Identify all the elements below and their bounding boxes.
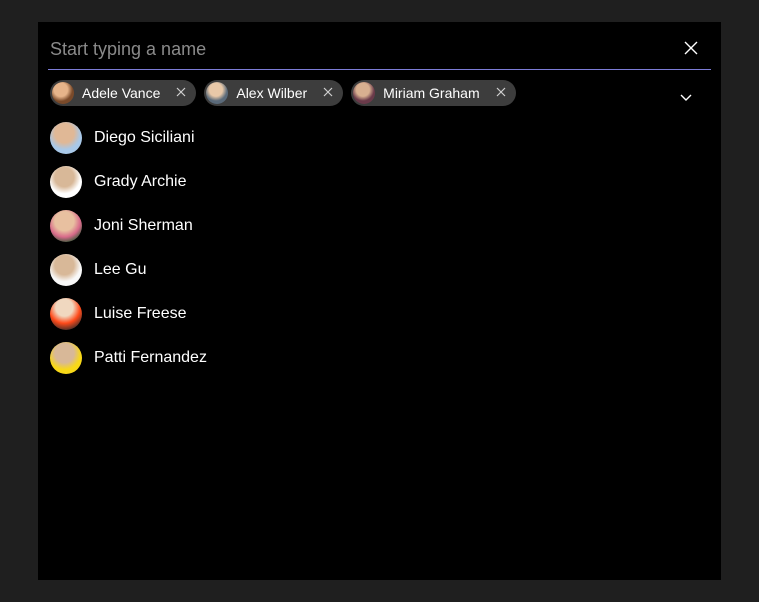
search-input[interactable] [50, 35, 677, 64]
suggestion-name: Grady Archie [94, 173, 186, 191]
avatar [50, 254, 82, 286]
chip-label: Alex Wilber [236, 85, 311, 101]
suggestion-name: Luise Freese [94, 305, 187, 323]
search-row [38, 22, 721, 69]
suggestion-name: Lee Gu [94, 261, 146, 279]
x-icon [176, 86, 186, 100]
close-button[interactable] [677, 34, 705, 65]
remove-chip-button[interactable] [319, 84, 337, 102]
chip-label: Adele Vance [82, 85, 164, 101]
person-chip[interactable]: Miriam Graham [351, 80, 515, 106]
suggestion-name: Joni Sherman [94, 217, 193, 235]
x-icon [496, 86, 506, 100]
remove-chip-button[interactable] [492, 84, 510, 102]
person-chip[interactable]: Adele Vance [50, 80, 196, 106]
suggestion-item[interactable]: Luise Freese [50, 292, 709, 336]
chevron-down-icon [679, 92, 693, 107]
suggestion-name: Diego Siciliani [94, 129, 195, 147]
chip-label: Miriam Graham [383, 85, 483, 101]
people-picker-dialog: Adele Vance Alex Wilber Miriam Graham [38, 22, 721, 580]
x-icon [323, 86, 333, 100]
suggestion-item[interactable]: Diego Siciliani [50, 116, 709, 160]
avatar [206, 82, 228, 104]
person-chip[interactable]: Alex Wilber [204, 80, 343, 106]
selected-chips-row: Adele Vance Alex Wilber Miriam Graham [38, 70, 721, 112]
suggestion-name: Patti Fernandez [94, 349, 207, 367]
remove-chip-button[interactable] [172, 84, 190, 102]
suggestion-item[interactable]: Patti Fernandez [50, 336, 709, 380]
suggestions-list: Diego Siciliani Grady Archie Joni Sherma… [38, 112, 721, 384]
avatar [50, 210, 82, 242]
avatar [50, 122, 82, 154]
avatar [50, 342, 82, 374]
avatar [353, 82, 375, 104]
avatar [52, 82, 74, 104]
suggestion-item[interactable]: Lee Gu [50, 248, 709, 292]
avatar [50, 298, 82, 330]
suggestion-item[interactable]: Grady Archie [50, 160, 709, 204]
avatar [50, 166, 82, 198]
close-icon [683, 40, 699, 59]
expand-button[interactable] [675, 86, 697, 111]
suggestion-item[interactable]: Joni Sherman [50, 204, 709, 248]
